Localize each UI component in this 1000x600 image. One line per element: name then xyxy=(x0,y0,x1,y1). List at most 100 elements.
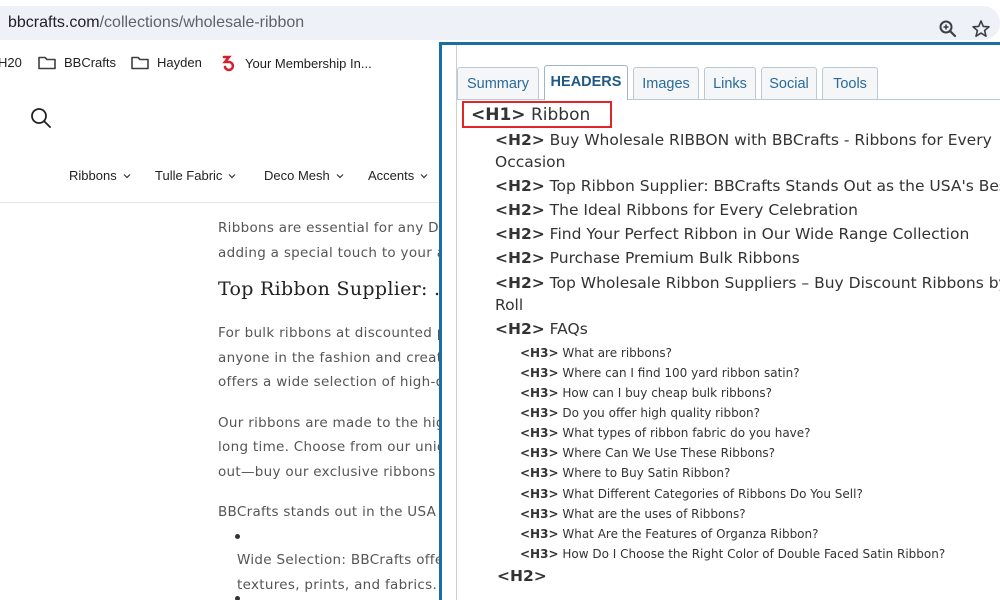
chevron-down-icon xyxy=(229,173,236,178)
header-text: FAQs xyxy=(549,320,588,338)
url-text[interactable]: bbcrafts.com/collections/wholesale-ribbo… xyxy=(8,14,304,32)
header-tag: <H3> xyxy=(520,366,559,380)
header-h3[interactable]: <H3> Where Can We Use These Ribbons? xyxy=(520,446,775,460)
site-nav: Ribbons Tulle Fabric Deco Mesh Accents xyxy=(0,168,440,188)
bookmark-membership[interactable]: Your Membership In... xyxy=(220,55,372,72)
paragraph-line: offers a wide selection of high-qu xyxy=(218,374,440,390)
nav-tulle-fabric[interactable]: Tulle Fabric xyxy=(155,168,236,183)
header-text: Do you offer high quality ribbon? xyxy=(562,406,761,420)
header-h3[interactable]: <H3> How Do I Choose the Right Color of … xyxy=(520,547,945,561)
paragraph-line: Our ribbons are made to the hig xyxy=(218,414,440,431)
bookmark-label: BBCrafts xyxy=(64,55,117,70)
header-tag: <H2> xyxy=(495,225,545,243)
header-text: Where Can We Use These Ribbons? xyxy=(562,446,776,460)
nav-deco-mesh[interactable]: Deco Mesh xyxy=(264,168,344,183)
bookmark-hayden[interactable]: Hayden xyxy=(131,55,202,70)
bookmark-bbcrafts[interactable]: BBCrafts xyxy=(38,55,116,70)
header-tag: <H3> xyxy=(520,406,559,420)
nav-ribbons[interactable]: Ribbons xyxy=(69,168,131,183)
paragraph-line: adding a special touch to your ar xyxy=(218,244,440,261)
search-icon[interactable] xyxy=(30,107,52,129)
header-h3[interactable]: <H3> What are ribbons? xyxy=(520,346,672,360)
website-page: Ribbons Tulle Fabric Deco Mesh Accents R… xyxy=(0,82,440,600)
bookmark-h20[interactable]: H20 xyxy=(0,55,22,70)
header-text: How Do I Choose the Right Color of Doubl… xyxy=(562,547,946,561)
header-h3[interactable]: <H3> What Different Categories of Ribbon… xyxy=(520,487,863,501)
nav-label: Accents xyxy=(368,168,415,183)
header-tag: <H3> xyxy=(520,547,559,561)
paragraph-line: anyone in the fashion and creatio xyxy=(218,349,440,366)
header-h3[interactable]: <H3> What types of ribbon fabric do you … xyxy=(520,426,811,440)
bookmark-label: Your Membership In... xyxy=(245,56,372,71)
header-tag: <H2> xyxy=(497,567,547,585)
bookmark-star-icon[interactable] xyxy=(971,19,991,39)
header-tag: <H3> xyxy=(520,346,559,360)
paragraph-line: BBCrafts stands out in the USA f xyxy=(218,504,440,520)
header-text: Top Ribbon Supplier: BBCrafts Stands Out… xyxy=(549,177,1000,195)
header-tag: <H2> xyxy=(495,249,545,267)
list-line: textures, prints, and fabrics. xyxy=(237,576,438,593)
header-h3[interactable]: <H3> Do you offer high quality ribbon? xyxy=(520,406,760,420)
chevron-down-icon xyxy=(420,173,428,178)
header-text: Top Wholesale Ribbon Suppliers – Buy Dis… xyxy=(549,274,1000,292)
paragraph-line: Ribbons are essential for any DIY xyxy=(218,220,440,236)
paragraph-line: out—buy our exclusive ribbons to xyxy=(218,463,440,480)
header-text: The Ideal Ribbons for Every Celebration xyxy=(549,201,858,219)
header-tag: <H3> xyxy=(520,426,559,440)
header-text: What are the uses of Ribbons? xyxy=(562,507,746,521)
nav-label: Tulle Fabric xyxy=(155,168,223,183)
header-text: Find Your Perfect Ribbon in Our Wide Ran… xyxy=(549,225,970,243)
paragraph-line: long time. Choose from our uniq xyxy=(218,439,440,455)
header-h3[interactable]: <H3> How can I buy cheap bulk ribbons? xyxy=(520,386,772,400)
header-h3[interactable]: <H3> What are the uses of Ribbons? xyxy=(520,507,746,521)
page-content: Ribbons are essential for any DIY adding… xyxy=(218,216,440,525)
seo-extension-panel: Summary HEADERS Images Links Social Tool… xyxy=(439,42,1000,600)
header-tag: <H2> xyxy=(495,274,545,292)
header-tag: <H2> xyxy=(495,177,545,195)
zoom-icon[interactable] xyxy=(938,19,958,39)
site-favicon-icon xyxy=(222,55,235,72)
headers-list: <H1> Ribbon <H2> Buy Wholesale RIBBON wi… xyxy=(442,45,1000,600)
header-tag: <H3> xyxy=(520,487,559,501)
header-h2[interactable]: <H2> xyxy=(497,567,547,585)
list-line: Wide Selection: BBCrafts offe xyxy=(237,552,440,568)
header-h2-continued: Roll xyxy=(495,296,524,314)
header-text: Purchase Premium Bulk Ribbons xyxy=(549,249,800,267)
header-tag: <H2> xyxy=(495,320,545,338)
bookmark-label: Hayden xyxy=(157,55,202,70)
header-text: What are ribbons? xyxy=(562,346,672,360)
header-tag: <H1> xyxy=(471,105,526,125)
header-tag: <H3> xyxy=(520,386,559,400)
header-text: Where to Buy Satin Ribbon? xyxy=(562,466,731,480)
list-bullet xyxy=(235,596,240,600)
header-h1[interactable]: <H1> Ribbon xyxy=(471,105,590,125)
header-text: Where can I find 100 yard ribbon satin? xyxy=(562,366,800,380)
bookmark-label: H20 xyxy=(0,55,22,70)
header-tag: <H3> xyxy=(520,446,559,460)
header-h2-continued: Occasion xyxy=(495,153,566,171)
header-text: Buy Wholesale RIBBON with BBCrafts - Rib… xyxy=(549,131,992,149)
header-h3[interactable]: <H3> What Are the Features of Organza Ri… xyxy=(520,527,819,541)
header-h2[interactable]: <H2> Top Ribbon Supplier: BBCrafts Stand… xyxy=(495,177,1000,195)
address-bar[interactable]: bbcrafts.com/collections/wholesale-ribbo… xyxy=(0,6,1000,40)
header-text: Ribbon xyxy=(530,105,591,125)
header-text: How can I buy cheap bulk ribbons? xyxy=(562,386,772,400)
header-h2[interactable]: <H2> Buy Wholesale RIBBON with BBCrafts … xyxy=(495,131,992,149)
nav-accents[interactable]: Accents xyxy=(368,168,428,183)
header-h2[interactable]: <H2> Purchase Premium Bulk Ribbons xyxy=(495,249,800,267)
header-tag: <H3> xyxy=(520,466,559,480)
paragraph-line: For bulk ribbons at discounted p xyxy=(218,325,440,341)
header-h3[interactable]: <H3> Where can I find 100 yard ribbon sa… xyxy=(520,366,800,380)
header-text: What Different Categories of Ribbons Do … xyxy=(562,487,863,501)
header-h2[interactable]: <H2> Find Your Perfect Ribbon in Our Wid… xyxy=(495,225,969,243)
url-domain: bbcrafts.com xyxy=(8,14,100,31)
list-bullet xyxy=(235,534,240,539)
header-h2[interactable]: <H2> The Ideal Ribbons for Every Celebra… xyxy=(495,201,858,219)
header-tag: <H2> xyxy=(495,131,545,149)
list-item: Wide Selection: BBCrafts offe textures, … xyxy=(237,548,440,597)
header-tag: <H2> xyxy=(495,201,545,219)
header-h3[interactable]: <H3> Where to Buy Satin Ribbon? xyxy=(520,466,730,480)
header-h2[interactable]: <H2> Top Wholesale Ribbon Suppliers – Bu… xyxy=(495,274,1000,292)
header-h2[interactable]: <H2> FAQs xyxy=(495,320,588,338)
browser-toolbar: bbcrafts.com/collections/wholesale-ribbo… xyxy=(0,0,1000,44)
